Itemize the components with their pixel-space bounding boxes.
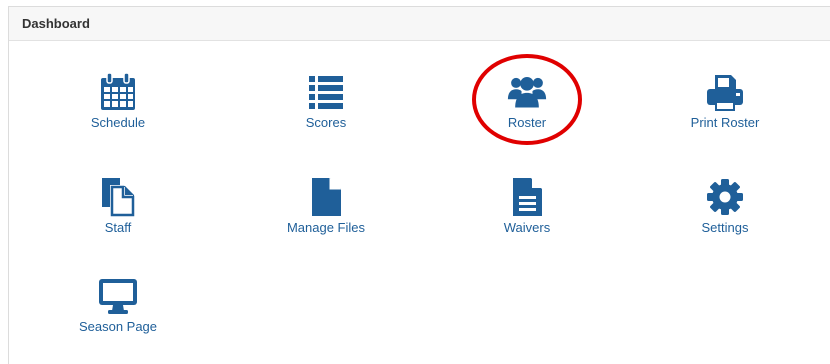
page: Dashboard Schedule Scores Roster Print R… [0,0,830,364]
calendar-icon [98,72,138,112]
tile-schedule[interactable]: Schedule [63,72,173,130]
file-icon [306,177,346,217]
tile-label-manage-files: Manage Files [286,220,366,235]
panel-header: Dashboard [9,7,830,41]
tile-manage-files[interactable]: Manage Files [271,177,381,235]
tile-scores[interactable]: Scores [271,72,381,130]
tile-season-page[interactable]: Season Page [63,276,173,334]
list-icon [306,72,346,112]
panel-title: Dashboard [22,16,90,31]
printer-icon [705,72,745,112]
tile-roster[interactable]: Roster [472,72,582,130]
tile-staff[interactable]: Staff [63,177,173,235]
users-icon [507,72,547,112]
desktop-icon [98,276,138,316]
tile-waivers[interactable]: Waivers [472,177,582,235]
tile-label-roster: Roster [507,115,547,130]
tile-settings[interactable]: Settings [670,177,780,235]
tile-label-season-page: Season Page [78,319,158,334]
tile-label-settings: Settings [701,220,749,235]
tile-print-roster[interactable]: Print Roster [670,72,780,130]
tile-label-schedule: Schedule [90,115,146,130]
copy-icon [98,177,138,217]
file-text-icon [507,177,547,217]
tile-label-print-roster: Print Roster [690,115,760,130]
tile-label-scores: Scores [305,115,347,130]
gear-icon [705,177,745,217]
tile-label-waivers: Waivers [503,220,551,235]
tile-label-staff: Staff [104,220,132,235]
